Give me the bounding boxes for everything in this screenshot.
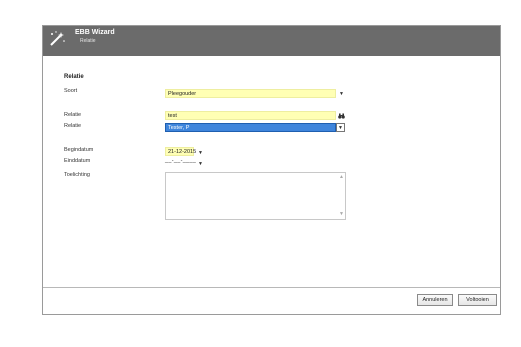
wizard-title: EBB Wizard	[75, 29, 115, 36]
chevron-down-icon: ▼	[198, 160, 203, 167]
toelichting-textarea[interactable]	[165, 172, 346, 220]
magic-wand-icon	[50, 31, 65, 46]
relatie-search-label: Relatie	[64, 112, 82, 118]
begindatum-input[interactable]: 21-12-2015	[165, 147, 196, 156]
soort-select[interactable]: Pleegouder	[165, 89, 336, 98]
scroll-down-icon[interactable]: ▼	[339, 211, 344, 217]
wizard-subtitle: Relatie	[80, 38, 96, 44]
chevron-down-icon: ▼	[339, 90, 344, 97]
relatie-search-input[interactable]: test	[165, 111, 336, 120]
finish-button[interactable]: Voltooien	[458, 294, 497, 306]
chevron-down-icon: ▼	[338, 124, 343, 131]
scroll-up-icon[interactable]: ▲	[339, 174, 344, 180]
relatie-select[interactable]: Tester, P	[165, 123, 336, 132]
relatie-search-button[interactable]	[337, 111, 346, 120]
einddatum-picker-button[interactable]: ▼	[196, 159, 205, 168]
begindatum-picker-button[interactable]: ▼	[196, 148, 205, 157]
chevron-down-icon: ▼	[198, 149, 203, 156]
soort-label: Soort	[64, 88, 78, 94]
soort-dropdown-button[interactable]: ▼	[337, 89, 346, 98]
wizard-header: EBB Wizard Relatie	[43, 26, 500, 56]
cancel-button[interactable]: Annuleren	[417, 294, 453, 306]
einddatum-input[interactable]: __-__-____	[165, 157, 196, 166]
binoculars-icon	[338, 113, 345, 119]
footer-divider	[43, 287, 500, 288]
einddatum-label: Einddatum	[64, 158, 91, 164]
relatie-select-label: Relatie	[64, 123, 82, 129]
toelichting-label: Toelichting	[64, 172, 90, 178]
relatie-dropdown-button[interactable]: ▼	[336, 123, 345, 132]
wizard-window: EBB Wizard Relatie Relatie Soort Pleegou…	[42, 25, 501, 315]
section-title: Relatie	[64, 74, 84, 80]
begindatum-label: Begindatum	[64, 147, 94, 153]
